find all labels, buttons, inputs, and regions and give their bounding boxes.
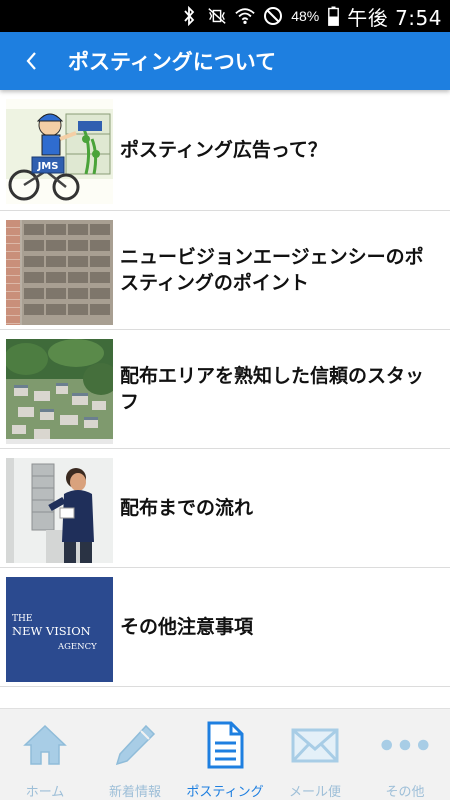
bluetooth-icon bbox=[179, 6, 199, 26]
mailboxes-photo bbox=[6, 220, 113, 325]
battery-percent: 48% bbox=[291, 8, 320, 24]
content-list: JMS ポスティング広告って？ ニュービジョンエージェンシーのポスティングのポイ… bbox=[0, 90, 450, 708]
do-not-disturb-icon bbox=[263, 6, 283, 26]
aerial-town-photo bbox=[6, 339, 113, 444]
document-icon bbox=[200, 721, 250, 769]
delivery-bicycle-illustration: JMS bbox=[6, 99, 113, 204]
nav-item-home[interactable]: ホーム bbox=[0, 709, 90, 800]
back-button[interactable] bbox=[0, 32, 64, 90]
list-item-label: ポスティング広告って？ bbox=[120, 139, 327, 161]
pencil-icon bbox=[110, 721, 160, 769]
bottom-nav: ホーム 新着情報 ポスティング メール便 その他 bbox=[0, 708, 450, 800]
logo-text-line2: NEW VISION bbox=[12, 624, 91, 638]
mail-icon bbox=[290, 721, 340, 769]
list-item-label: その他注意事項 bbox=[120, 616, 254, 638]
logo-text-line1: THE bbox=[12, 614, 32, 624]
home-icon bbox=[20, 721, 70, 769]
list-item-posting-ad[interactable]: JMS ポスティング広告って？ bbox=[0, 90, 450, 211]
jms-text: JMS bbox=[37, 161, 59, 172]
status-bar: 48% 午後 7:54 bbox=[0, 0, 450, 32]
list-item-trusted-staff[interactable]: 配布エリアを熟知した信頼のスタッフ bbox=[0, 330, 450, 449]
nav-item-more[interactable]: その他 bbox=[360, 709, 450, 800]
chevron-left-icon bbox=[26, 52, 36, 70]
page-title: ポスティングについて bbox=[68, 50, 277, 74]
nav-label: ポスティング bbox=[186, 785, 264, 800]
logo-text-line3: AGENCY bbox=[57, 642, 97, 652]
clock: 午後 7:54 bbox=[347, 5, 442, 30]
nav-label: その他 bbox=[385, 785, 425, 800]
nav-item-news[interactable]: 新着情報 bbox=[90, 709, 180, 800]
nav-label: メール便 bbox=[288, 785, 341, 800]
list-item-delivery-flow[interactable]: 配布までの流れ bbox=[0, 449, 450, 568]
list-item-other-notes[interactable]: THE NEW VISION AGENCY その他注意事項 bbox=[0, 568, 450, 687]
nav-item-mail[interactable]: メール便 bbox=[270, 709, 360, 800]
vibrate-mute-icon bbox=[207, 6, 227, 26]
nav-label: 新着情報 bbox=[108, 785, 161, 800]
battery-icon bbox=[327, 6, 339, 26]
nav-label: ホーム bbox=[25, 785, 65, 800]
list-item-label: 配布エリアを熟知した信頼のスタッフ bbox=[120, 365, 425, 413]
nav-item-posting[interactable]: ポスティング bbox=[180, 709, 270, 800]
list-item-label: 配布までの流れ bbox=[120, 497, 254, 519]
wifi-icon bbox=[235, 6, 255, 26]
company-logo: THE NEW VISION AGENCY bbox=[6, 577, 113, 682]
list-item-label: ニュービジョンエージェンシーのポスティングのポイント bbox=[120, 246, 424, 294]
app-header: ポスティングについて bbox=[0, 32, 450, 90]
list-item-posting-points[interactable]: ニュービジョンエージェンシーのポスティングのポイント bbox=[0, 211, 450, 330]
staff-at-mailbox-photo bbox=[6, 458, 113, 563]
more-icon bbox=[380, 721, 430, 769]
